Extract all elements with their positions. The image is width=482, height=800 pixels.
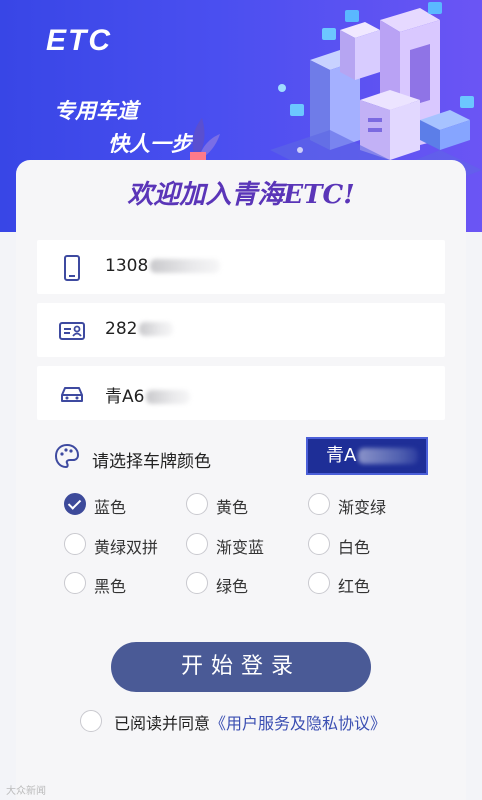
- slogan-line-1: 专用车道: [54, 99, 138, 123]
- privacy-agreement-link[interactable]: 《用户服务及隐私协议》: [210, 714, 386, 733]
- plate-number-field[interactable]: 青A6: [37, 366, 445, 420]
- radio-button[interactable]: [186, 533, 208, 555]
- check-icon[interactable]: [64, 493, 86, 515]
- id-number-field[interactable]: 282: [37, 303, 445, 357]
- plate-value: 青A6: [105, 387, 145, 407]
- car-icon: [61, 387, 83, 402]
- phone-field[interactable]: 1308: [37, 240, 445, 294]
- etc-logo: ETC: [46, 24, 112, 57]
- radio-button[interactable]: [308, 493, 330, 515]
- id-card-icon: [59, 322, 85, 340]
- agreement-text: 已阅读并同意《用户服务及隐私协议》: [114, 710, 386, 734]
- radio-button[interactable]: [308, 533, 330, 555]
- palette-icon: [54, 443, 80, 469]
- plate-preview: 青A: [306, 437, 428, 475]
- masked-text: [146, 390, 191, 404]
- masked-text: [150, 259, 221, 273]
- start-login-button[interactable]: 开始登录: [111, 642, 371, 692]
- radio-button[interactable]: [308, 572, 330, 594]
- welcome-title: 欢迎加入青海ETC!: [127, 180, 355, 210]
- watermark: 大众新闻: [6, 786, 46, 797]
- leaf-decoration: [190, 118, 220, 162]
- phone-value: 1308: [105, 256, 149, 276]
- plate-preview-text: 青A: [326, 445, 357, 466]
- agreement-checkbox[interactable]: [80, 710, 102, 732]
- radio-button[interactable]: [64, 572, 86, 594]
- phone-icon: [64, 255, 80, 281]
- id-value: 282: [105, 319, 138, 339]
- masked-text: [358, 448, 419, 464]
- agreement-prefix: 已阅读并同意: [114, 714, 211, 733]
- radio-button[interactable]: [186, 572, 208, 594]
- radio-button[interactable]: [186, 493, 208, 515]
- radio-button[interactable]: [64, 533, 86, 555]
- masked-text: [139, 322, 174, 336]
- plate-color-label: 请选择车牌颜色: [92, 452, 211, 472]
